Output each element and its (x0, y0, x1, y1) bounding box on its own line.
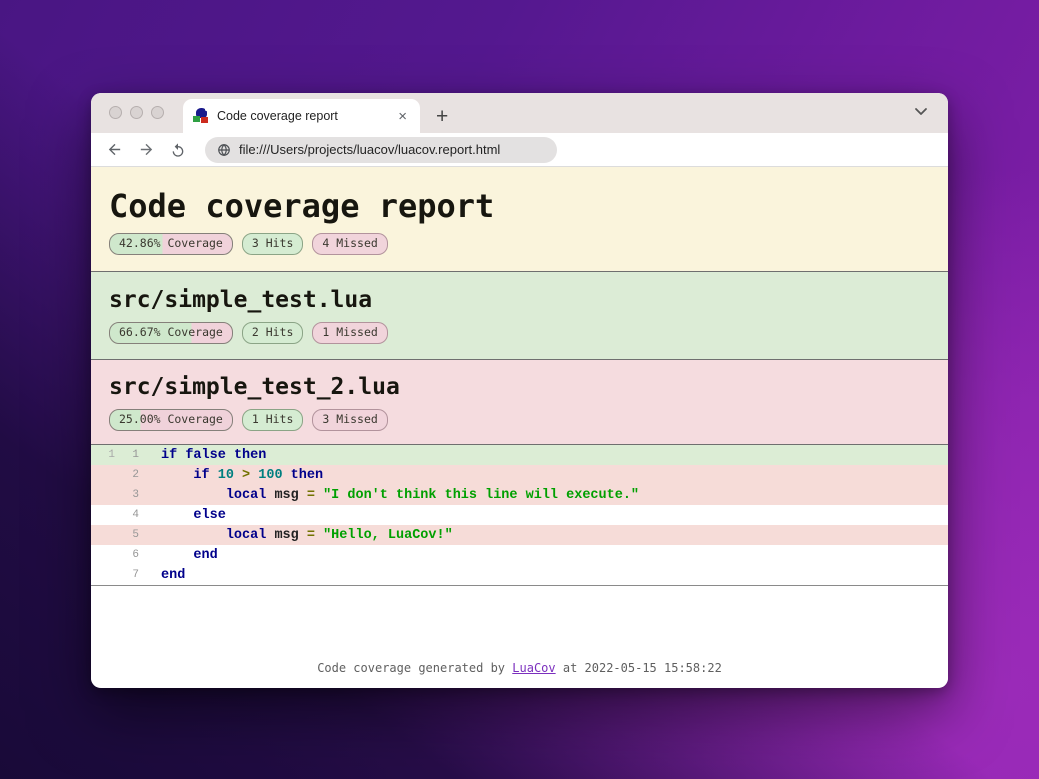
footer-timestamp: at 2022-05-15 15:58:22 (555, 661, 722, 675)
hits-badge: 1 Hits (241, 409, 304, 431)
tab-strip: Code coverage report × + (91, 93, 948, 133)
code-line: 5 local msg = "Hello, LuaCov!" (91, 525, 948, 545)
url-text: file:///Users/projects/luacov/luacov.rep… (239, 142, 501, 157)
code-line: 2 if 10 > 100 then (91, 465, 948, 485)
source-code: local msg = "Hello, LuaCov!" (225, 527, 453, 543)
luacov-favicon-icon (193, 108, 209, 124)
coverage-badge: 66.67% Coverage (109, 322, 233, 344)
file-name: src/simple_test_2.lua (109, 374, 400, 400)
missed-badge: 1 Missed (312, 322, 388, 344)
missed-badge: 4 Missed (312, 233, 388, 255)
file-section-simple-test-2: src/simple_test_2.lua 25.00% Coverage 1 … (91, 359, 948, 444)
reload-icon[interactable] (167, 139, 189, 161)
report-footer: Code coverage generated by LuaCov at 202… (91, 661, 948, 675)
footer-text: Code coverage generated by (317, 661, 513, 675)
coverage-badge: 42.86% Coverage (109, 233, 233, 255)
line-number: 2 (132, 469, 139, 481)
code-line: 3 local msg = "I don't think this line w… (91, 485, 948, 505)
report-header-section: Code coverage report 42.86% Coverage 3 H… (91, 167, 948, 271)
code-line: 1 1 if false then (91, 445, 948, 465)
back-icon[interactable] (103, 139, 125, 161)
maximize-window-button[interactable] (151, 106, 164, 119)
file-badges: 25.00% Coverage 1 Hits 3 Missed (109, 409, 948, 431)
coverage-badge: 25.00% Coverage (109, 409, 233, 431)
luacov-link[interactable]: LuaCov (512, 661, 555, 675)
source-code: else (193, 507, 226, 523)
tab-code-coverage-report[interactable]: Code coverage report × (183, 99, 420, 133)
file-section-simple-test: src/simple_test.lua 66.67% Coverage 2 Hi… (91, 271, 948, 359)
globe-icon (218, 143, 230, 156)
source-code: local msg = "I don't think this line wil… (225, 487, 640, 503)
chevron-down-icon[interactable] (914, 107, 928, 116)
line-number: 3 (132, 489, 139, 501)
missed-badge: 3 Missed (312, 409, 388, 431)
code-line: 7 end (91, 565, 948, 585)
line-number: 5 (132, 529, 139, 541)
traffic-lights (109, 106, 164, 119)
report-page: Code coverage report 42.86% Coverage 3 H… (91, 167, 948, 687)
source-code: end (193, 547, 218, 563)
forward-icon[interactable] (135, 139, 157, 161)
hits-badge: 3 Hits (241, 233, 304, 255)
tab-close-icon[interactable]: × (395, 108, 410, 125)
new-tab-button[interactable]: + (436, 106, 448, 127)
file-name: src/simple_test.lua (109, 287, 373, 313)
browser-window: Code coverage report × + file:///Users/p… (91, 93, 948, 688)
browser-toolbar: file:///Users/projects/luacov/luacov.rep… (91, 133, 948, 167)
source-code: end (161, 567, 186, 583)
line-number: 4 (132, 509, 139, 521)
close-window-button[interactable] (109, 106, 122, 119)
code-line: 4 else (91, 505, 948, 525)
line-number: 1 (132, 449, 139, 461)
code-line: 6 end (91, 545, 948, 565)
summary-badges: 42.86% Coverage 3 Hits 4 Missed (109, 233, 948, 255)
minimize-window-button[interactable] (130, 106, 143, 119)
line-number: 6 (132, 549, 139, 561)
source-code: if false then (161, 447, 267, 463)
tab-title: Code coverage report (217, 109, 338, 123)
hits-badge: 2 Hits (241, 322, 304, 344)
line-number: 7 (132, 569, 139, 581)
file-badges: 66.67% Coverage 2 Hits 1 Missed (109, 322, 948, 344)
page-title: Code coverage report (109, 187, 495, 225)
address-bar[interactable]: file:///Users/projects/luacov/luacov.rep… (205, 136, 557, 163)
line-hit-count: 1 (108, 449, 115, 461)
code-block: 1 1 if false then 2 if 10 > 100 then 3 local… (91, 444, 948, 586)
source-code: if 10 > 100 then (193, 467, 324, 483)
